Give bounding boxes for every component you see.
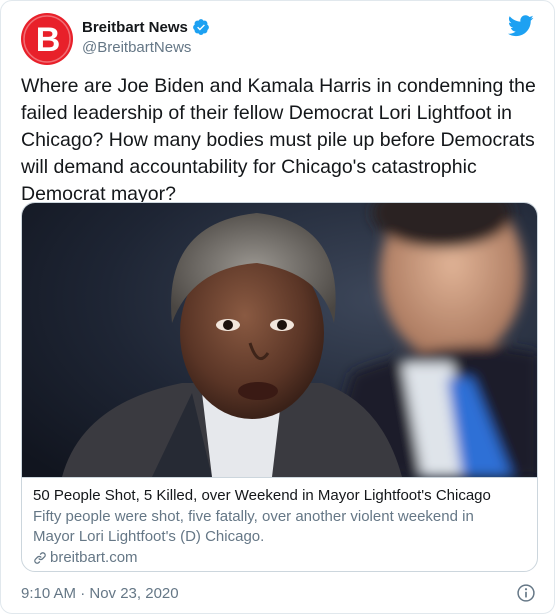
card-image[interactable] (22, 203, 537, 477)
link-icon (34, 552, 46, 564)
avatar-letter: B (36, 21, 61, 59)
card-photo (22, 203, 537, 477)
tweet-meta: 9:10 AM · Nov 23, 2020 (21, 583, 536, 605)
author-handle[interactable]: @BreitbartNews (82, 39, 191, 56)
tweet-header: B Breitbart News @BreitbartNews (21, 13, 536, 65)
avatar[interactable]: B (21, 13, 73, 65)
author-name-row: Breitbart News (82, 17, 210, 37)
tweet-embed: B Breitbart News @BreitbartNews Where ar… (0, 0, 555, 614)
author-display-name[interactable]: Breitbart News (82, 19, 188, 36)
card-title[interactable]: 50 People Shot, 5 Killed, over Weekend i… (33, 486, 528, 506)
tweet-timestamp[interactable]: 9:10 AM · Nov 23, 2020 (21, 585, 179, 602)
card-domain-row[interactable]: breitbart.com (33, 548, 528, 568)
info-icon[interactable] (516, 583, 536, 603)
link-card[interactable]: 50 People Shot, 5 Killed, over Weekend i… (21, 202, 538, 572)
tweet-text: Where are Joe Biden and Kamala Harris in… (21, 75, 536, 205)
card-body[interactable]: 50 People Shot, 5 Killed, over Weekend i… (22, 477, 537, 571)
card-description: Fifty people were shot, five fatally, ov… (33, 508, 474, 545)
verified-badge-icon (192, 19, 209, 35)
card-domain[interactable]: breitbart.com (50, 548, 138, 568)
twitter-bird-icon[interactable] (508, 15, 534, 37)
